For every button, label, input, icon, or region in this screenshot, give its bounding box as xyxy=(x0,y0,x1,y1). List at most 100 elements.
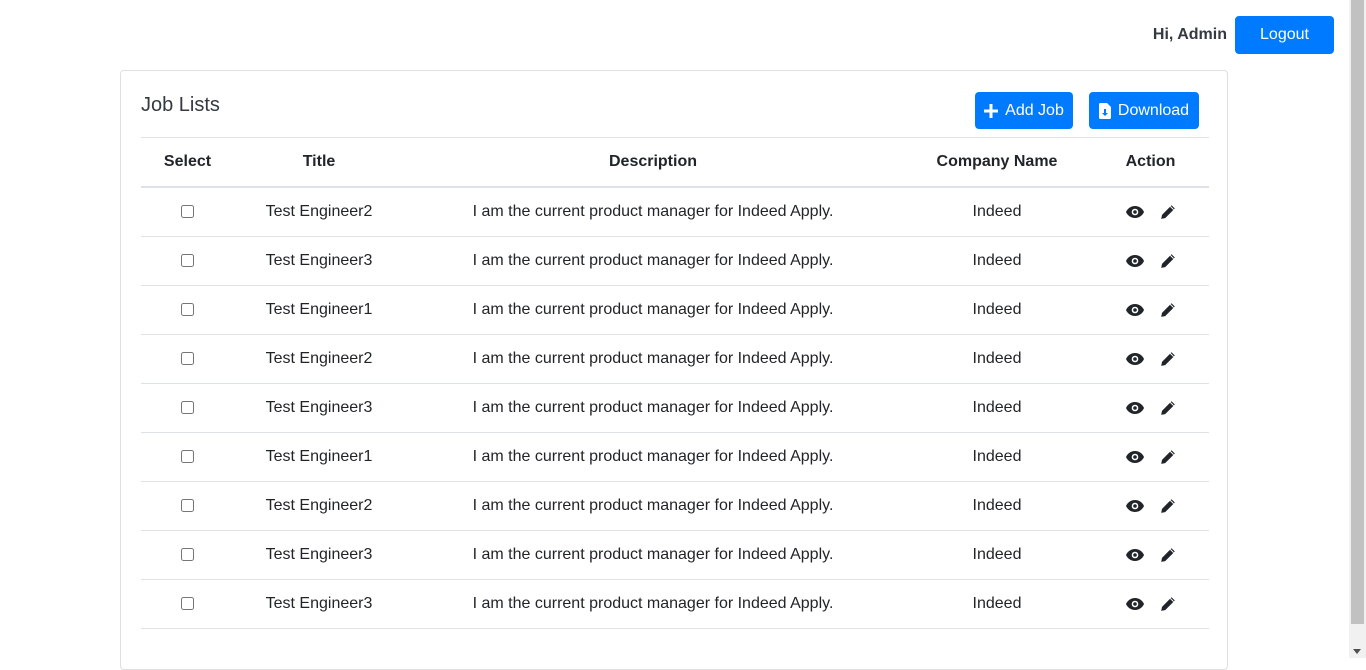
table-row: Test Engineer3 I am the current product m… xyxy=(141,530,1209,580)
eye-icon[interactable] xyxy=(1125,255,1144,267)
pencil-icon[interactable] xyxy=(1160,204,1176,220)
row-select-checkbox[interactable] xyxy=(181,254,194,268)
row-actions xyxy=(1092,530,1209,580)
row-company: Indeed xyxy=(902,236,1092,286)
job-list-card: Job Lists Add Job Download Select Title … xyxy=(120,70,1228,670)
pencil-icon[interactable] xyxy=(1160,253,1176,269)
row-description: I am the current product manager for Ind… xyxy=(404,285,902,335)
scroll-down-arrow-icon[interactable] xyxy=(1353,649,1361,654)
file-download-icon xyxy=(1098,102,1111,119)
row-select-checkbox[interactable] xyxy=(181,352,194,366)
row-select-cell xyxy=(141,530,234,580)
row-select-cell xyxy=(141,481,234,531)
top-bar: Hi, Admin Logout xyxy=(1153,16,1334,54)
row-actions xyxy=(1092,285,1209,335)
table-row: Test Engineer2 I am the current product m… xyxy=(141,334,1209,384)
row-description: I am the current product manager for Ind… xyxy=(404,334,902,384)
row-actions xyxy=(1092,481,1209,531)
header-title: Title xyxy=(234,137,404,188)
row-description: I am the current product manager for Ind… xyxy=(404,236,902,286)
table-header-row: Select Title Description Company Name Ac… xyxy=(141,137,1209,188)
row-company: Indeed xyxy=(902,530,1092,580)
eye-icon[interactable] xyxy=(1125,353,1144,365)
add-job-label: Add Job xyxy=(1005,101,1064,119)
row-description: I am the current product manager for Ind… xyxy=(404,187,902,237)
eye-icon[interactable] xyxy=(1125,402,1144,414)
row-company: Indeed xyxy=(902,334,1092,384)
plus-icon xyxy=(984,103,999,118)
eye-icon[interactable] xyxy=(1125,206,1144,218)
greeting-text: Hi, Admin xyxy=(1152,26,1227,43)
row-select-cell xyxy=(141,236,234,286)
row-select-checkbox[interactable] xyxy=(181,548,194,562)
row-actions xyxy=(1092,236,1209,286)
download-label: Download xyxy=(1117,101,1190,119)
row-title: Test Engineer1 xyxy=(234,285,404,335)
row-actions xyxy=(1092,579,1209,629)
row-select-checkbox[interactable] xyxy=(181,450,194,464)
row-actions xyxy=(1092,334,1209,384)
row-company: Indeed xyxy=(902,481,1092,531)
eye-icon[interactable] xyxy=(1125,549,1144,561)
header-select: Select xyxy=(141,137,234,188)
row-select-checkbox[interactable] xyxy=(181,499,194,513)
row-description: I am the current product manager for Ind… xyxy=(404,383,902,433)
row-select-cell xyxy=(141,383,234,433)
table-row: Test Engineer2 I am the current product m… xyxy=(141,187,1209,237)
row-actions xyxy=(1092,432,1209,482)
row-select-checkbox[interactable] xyxy=(181,303,194,317)
card-title: Job Lists xyxy=(141,94,220,116)
row-company: Indeed xyxy=(902,383,1092,433)
table-body: Test Engineer2 I am the current product m… xyxy=(141,187,1209,629)
row-title: Test Engineer3 xyxy=(234,530,404,580)
table-row: Test Engineer3 I am the current product m… xyxy=(141,236,1209,286)
header-action: Action xyxy=(1092,137,1209,188)
row-description: I am the current product manager for Ind… xyxy=(404,530,902,580)
row-company: Indeed xyxy=(902,285,1092,335)
row-title: Test Engineer2 xyxy=(234,481,404,531)
scrollbar-thumb[interactable] xyxy=(1351,0,1364,624)
pencil-icon[interactable] xyxy=(1160,400,1176,416)
row-title: Test Engineer3 xyxy=(234,383,404,433)
pencil-icon[interactable] xyxy=(1160,351,1176,367)
pencil-icon[interactable] xyxy=(1160,449,1176,465)
row-select-checkbox[interactable] xyxy=(181,205,194,219)
row-company: Indeed xyxy=(902,579,1092,629)
row-select-cell xyxy=(141,334,234,384)
row-select-cell xyxy=(141,187,234,237)
job-table: Select Title Description Company Name Ac… xyxy=(141,137,1209,629)
row-select-cell xyxy=(141,432,234,482)
table-row: Test Engineer1 I am the current product m… xyxy=(141,432,1209,482)
row-title: Test Engineer3 xyxy=(234,236,404,286)
row-title: Test Engineer1 xyxy=(234,432,404,482)
row-description: I am the current product manager for Ind… xyxy=(404,432,902,482)
add-job-button[interactable]: Add Job xyxy=(975,92,1073,129)
row-company: Indeed xyxy=(902,187,1092,237)
download-button[interactable]: Download xyxy=(1089,92,1199,129)
eye-icon[interactable] xyxy=(1125,304,1144,316)
row-description: I am the current product manager for Ind… xyxy=(404,579,902,629)
table-row: Test Engineer1 I am the current product m… xyxy=(141,285,1209,335)
row-select-cell xyxy=(141,285,234,335)
logout-button[interactable]: Logout xyxy=(1235,16,1334,54)
row-description: I am the current product manager for Ind… xyxy=(404,481,902,531)
pencil-icon[interactable] xyxy=(1160,596,1176,612)
pencil-icon[interactable] xyxy=(1160,547,1176,563)
table-row: Test Engineer2 I am the current product m… xyxy=(141,481,1209,531)
eye-icon[interactable] xyxy=(1125,500,1144,512)
row-actions xyxy=(1092,383,1209,433)
table-row: Test Engineer3 I am the current product m… xyxy=(141,383,1209,433)
row-select-checkbox[interactable] xyxy=(181,401,194,415)
eye-icon[interactable] xyxy=(1125,451,1144,463)
row-title: Test Engineer3 xyxy=(234,579,404,629)
row-actions xyxy=(1092,187,1209,237)
vertical-scrollbar[interactable] xyxy=(1349,0,1366,658)
row-select-cell xyxy=(141,579,234,629)
header-description: Description xyxy=(404,137,902,188)
row-title: Test Engineer2 xyxy=(234,334,404,384)
eye-icon[interactable] xyxy=(1125,598,1144,610)
pencil-icon[interactable] xyxy=(1160,498,1176,514)
pencil-icon[interactable] xyxy=(1160,302,1176,318)
card-actions: Add Job Download xyxy=(975,92,1199,129)
row-select-checkbox[interactable] xyxy=(181,597,194,611)
